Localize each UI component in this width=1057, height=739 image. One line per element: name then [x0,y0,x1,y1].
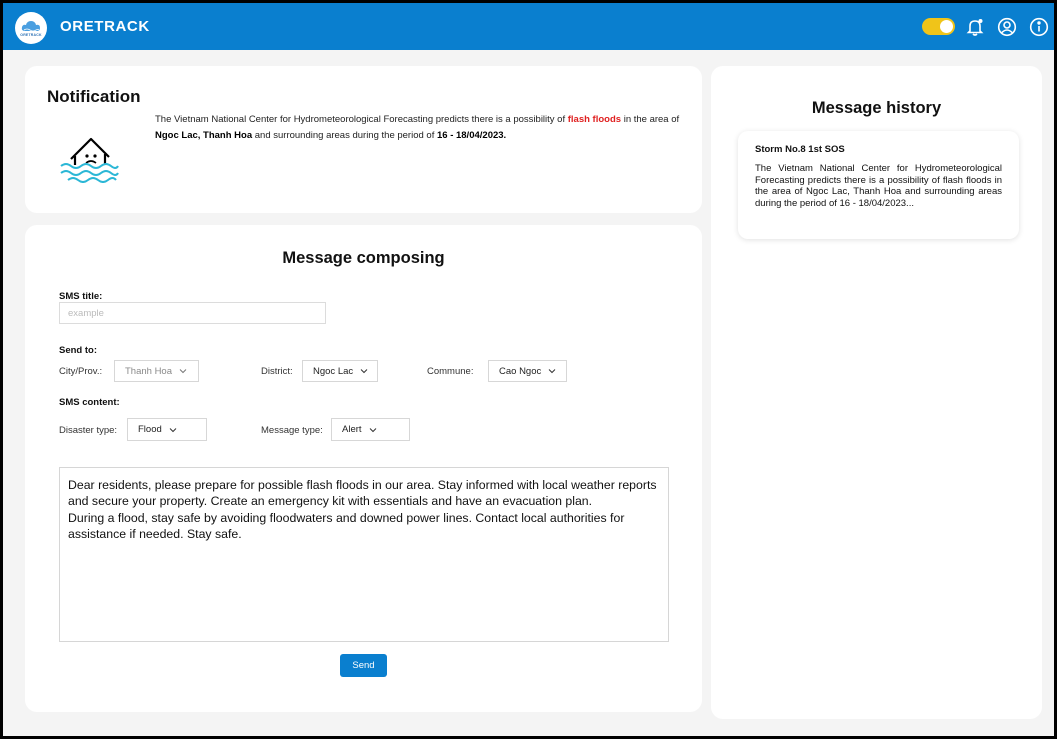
disaster-type-select[interactable]: Flood [127,418,207,441]
app-logo[interactable]: ORETRACK [15,12,47,44]
period-text: 16 - 18/04/2023. [436,130,507,141]
user-icon[interactable] [997,17,1017,37]
chevron-down-icon [169,427,177,432]
history-item-title: Storm No.8 1st SOS [755,144,845,155]
district-value: Ngoc Lac [313,365,354,377]
message-type-label: Message type: [261,425,323,436]
message-history-card: Message history Storm No.8 1st SOS The V… [711,66,1042,719]
brand-name: ORETRACK [60,18,150,35]
notification-card: Notification The Vietnam National Center… [25,66,702,213]
app-window: ORETRACK ORETRACK Notification The Vietn… [3,3,1054,736]
logo-text: ORETRACK [20,32,42,37]
chevron-down-icon [548,369,556,374]
flooded-house-icon [60,137,119,183]
chevron-down-icon [179,369,187,374]
history-item[interactable]: Storm No.8 1st SOS The Vietnam National … [738,131,1019,239]
disaster-type-label: Disaster type: [59,425,118,436]
district-label: District: [261,366,293,377]
sms-title-label: SMS title: [59,291,103,302]
chevron-down-icon [369,427,376,432]
notification-message: The Vietnam National Center for Hydromet… [155,114,680,141]
message-type-select[interactable]: Alert [331,418,410,441]
message-type-value: Alert [342,424,362,435]
send-button[interactable]: Send [340,654,387,677]
bell-icon[interactable] [965,17,985,37]
info-icon[interactable] [1029,17,1049,37]
location-text: Ngoc Lac, Thanh Hoa [155,130,253,141]
sms-content-textarea[interactable]: Dear residents, please prepare for possi… [59,467,669,642]
theme-toggle[interactable] [922,18,955,35]
chevron-down-icon [360,369,368,374]
sms-title-input[interactable] [59,302,326,324]
compose-card: Message composing SMS title: Send to: Ci… [25,225,702,712]
city-label: City/Prov.: [59,366,103,377]
commune-select[interactable]: Cao Ngoc [488,360,567,382]
district-select[interactable]: Ngoc Lac [302,360,378,382]
send-to-label: Send to: [59,345,97,356]
commune-value: Cao Ngoc [499,365,542,377]
toggle-knob [940,20,953,33]
hazard-highlight: flash floods [567,114,622,125]
top-bar: ORETRACK ORETRACK [3,3,1054,50]
sms-content-label: SMS content: [59,397,120,408]
city-value: Thanh Hoa [125,365,173,377]
city-select[interactable]: Thanh Hoa [114,360,199,382]
compose-title: Message composing [282,249,445,267]
commune-label: Commune: [427,366,474,377]
history-title: Message history [811,99,942,117]
notification-title: Notification [47,87,141,106]
cloud-logo-icon [21,20,40,31]
history-item-body: The Vietnam National Center for Hydromet… [755,163,1002,209]
disaster-type-value: Flood [138,424,162,435]
